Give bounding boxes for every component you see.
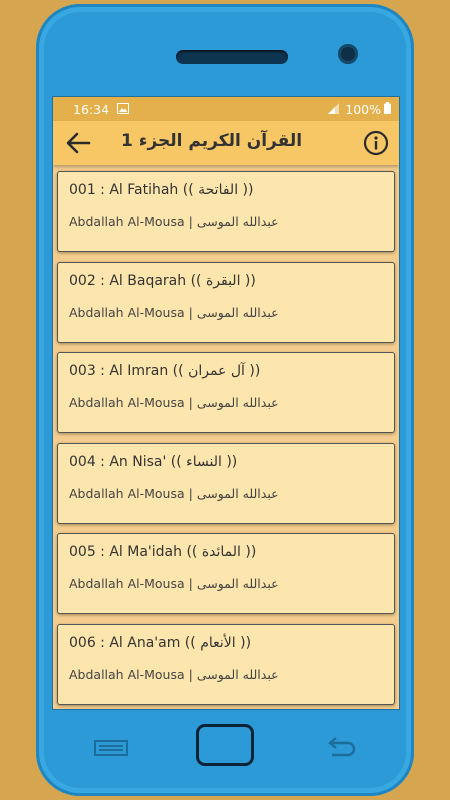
reciter-name: Abdallah Al-Mousa | عبدالله الموسى — [69, 485, 279, 501]
reciter-name: Abdallah Al-Mousa | عبدالله الموسى — [69, 666, 279, 682]
app-bar: القرآن الكريم الجزء 1 — [53, 121, 399, 165]
surah-item[interactable]: 001 : Al Fatihah (( الفاتحة )) Abdallah … — [57, 171, 395, 252]
surah-item[interactable]: 004 : An Nisa' (( النساء )) Abdallah Al-… — [57, 442, 395, 524]
phone-camera — [338, 44, 358, 64]
arrow-left-icon — [66, 132, 91, 154]
image-icon — [117, 102, 130, 117]
surah-item[interactable]: 006 : Al Ana'am (( الأنعام )) Abdallah A… — [57, 623, 395, 705]
surah-title: 003 : Al Imran (( آل عمران )) — [69, 363, 261, 379]
recents-button[interactable] — [94, 740, 128, 760]
reciter-name: Abdallah Al-Mousa | عبدالله الموسى — [69, 304, 279, 320]
reciter-name: Abdallah Al-Mousa | عبدالله الموسى — [69, 214, 279, 229]
status-bar: 16:34 100% — [53, 97, 399, 121]
recents-icon — [94, 740, 128, 756]
surah-title: 002 : Al Baqarah (( البقرة )) — [69, 272, 256, 289]
phone-speaker — [176, 50, 288, 64]
info-icon — [363, 130, 389, 156]
phone-frame: 16:34 100% القرآن الكريم الجزء 1 001: A… — [36, 4, 414, 796]
surah-item[interactable]: 002 : Al Baqarah (( البقرة )) Abdallah A… — [57, 261, 395, 343]
reciter-name: Abdallah Al-Mousa | عبدالله الموسى — [69, 395, 279, 410]
surah-item[interactable]: 005 : Al Ma'idah (( المائدة )) Abdallah … — [57, 533, 395, 614]
battery-icon — [384, 101, 391, 117]
status-time: 16:34 — [73, 101, 110, 117]
surah-list: 001 : Al Fatihah (( الفاتحة )) Abdallah … — [53, 165, 399, 705]
signal-icon — [328, 102, 340, 117]
surah-title: 004 : An Nisa' (( النساء )) — [69, 453, 238, 470]
app-screen: 16:34 100% القرآن الكريم الجزء 1 001: A… — [52, 96, 400, 710]
battery-percent: 100% — [345, 101, 381, 117]
back-button[interactable] — [63, 129, 93, 157]
surah-title: 005 : Al Ma'idah (( المائدة )) — [69, 544, 257, 560]
undo-arrow-icon — [328, 737, 356, 757]
home-button[interactable] — [196, 724, 254, 766]
reciter-name: Abdallah Al-Mousa | عبدالله الموسى — [69, 576, 279, 591]
back-nav-button[interactable] — [326, 736, 356, 762]
phone-nav-bar — [52, 710, 398, 782]
surah-title: 001 : Al Fatihah (( الفاتحة )) — [69, 182, 254, 198]
info-button[interactable] — [363, 130, 389, 156]
surah-title: 006 : Al Ana'am (( الأنعام )) — [69, 634, 252, 651]
page-title: القرآن الكريم الجزء 1 — [121, 131, 303, 151]
surah-item[interactable]: 003 : Al Imran (( آل عمران )) Abdallah A… — [57, 352, 395, 433]
